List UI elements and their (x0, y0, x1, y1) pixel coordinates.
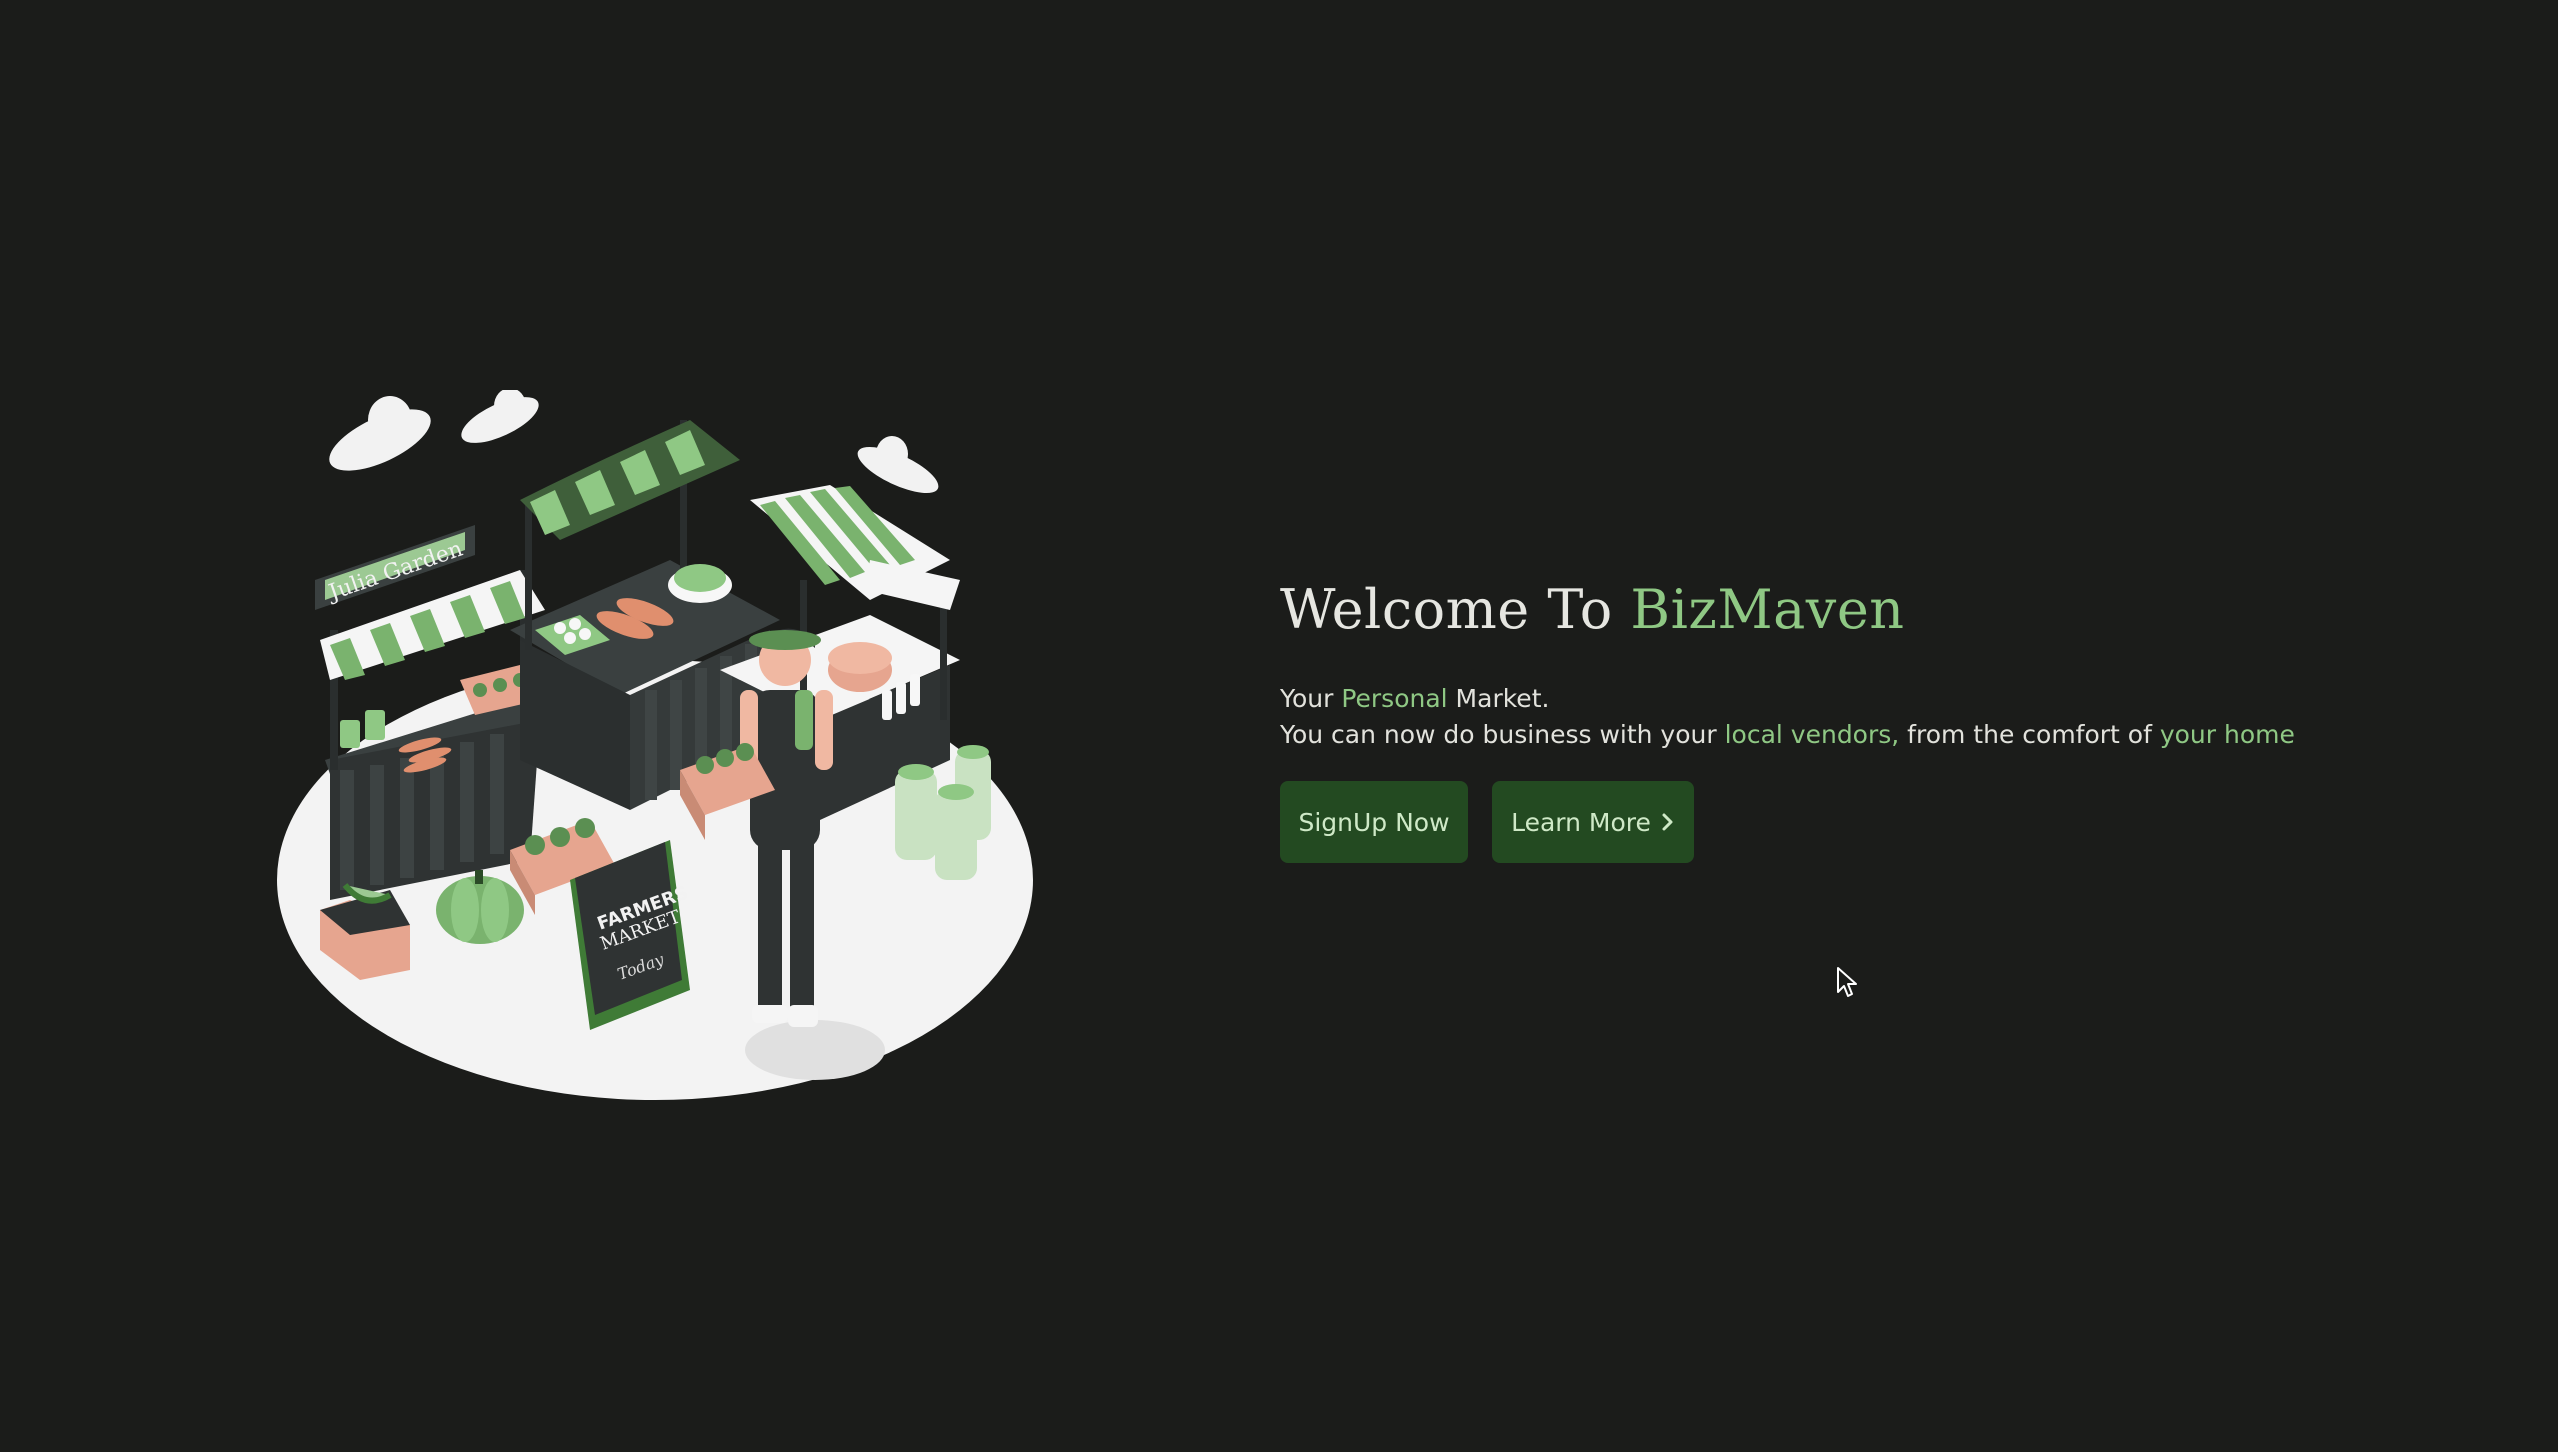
brand-name: BizMaven (1630, 578, 1905, 641)
cta-buttons: SignUp Now Learn More (1280, 781, 2480, 863)
description-accent-vendors: local vendors, (1724, 720, 1900, 749)
chevron-right-icon (1662, 813, 1673, 831)
hero-section: Welcome To BizMaven Your Personal Market… (1280, 578, 2480, 863)
tagline-suffix: Market. (1447, 684, 1550, 713)
title-prefix: Welcome To (1280, 578, 1631, 641)
tagline: Your Personal Market. (1280, 681, 2480, 717)
description-part-b: from the comfort of (1899, 720, 2160, 749)
description-part-a: You can now do business with your (1280, 720, 1725, 749)
tagline-prefix: Your (1280, 684, 1342, 713)
description-accent-home: your home (2159, 720, 2295, 749)
page-title: Welcome To BizMaven (1280, 578, 2480, 641)
mouse-pointer-icon (1837, 967, 1857, 997)
farmers-market-illustration: Julia Garden FARMERS MARKET Today (277, 390, 1033, 1100)
description: You can now do business with your local … (1280, 717, 2480, 753)
tagline-accent: Personal (1341, 684, 1448, 713)
signup-button[interactable]: SignUp Now (1280, 781, 1468, 863)
learn-more-button[interactable]: Learn More (1492, 781, 1694, 863)
learn-more-label: Learn More (1511, 807, 1651, 837)
